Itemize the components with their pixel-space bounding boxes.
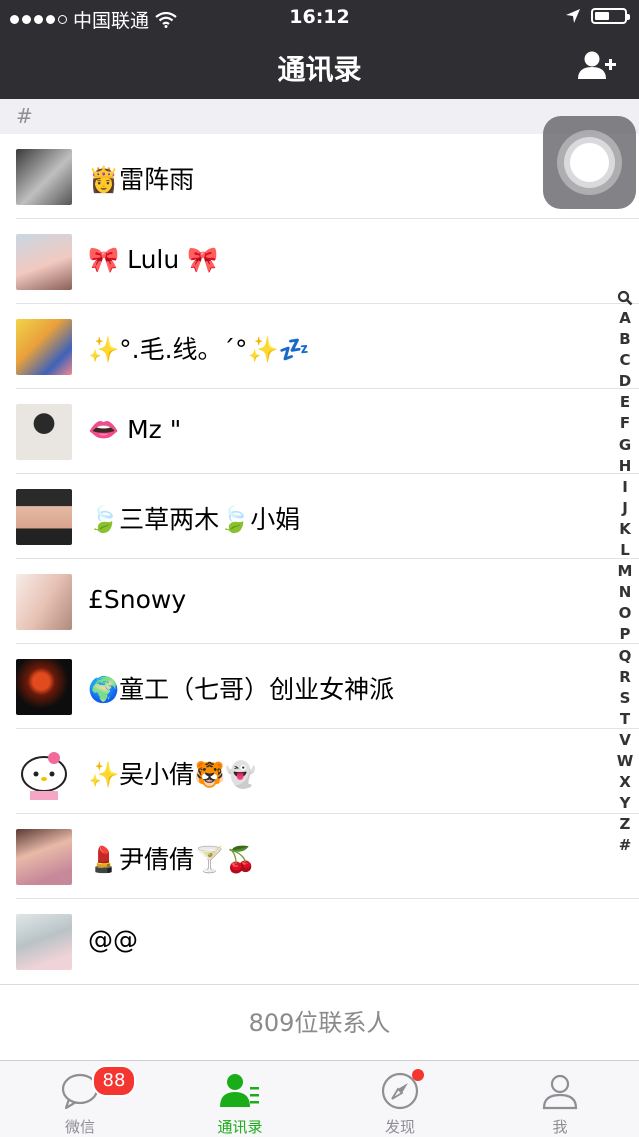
contact-name: ✨°.毛.线。´°✨💤 (88, 335, 310, 364)
index-letter[interactable]: D (619, 371, 631, 392)
battery-icon (591, 8, 630, 24)
avatar (16, 744, 72, 800)
tab-label: 我 (552, 1118, 568, 1136)
section-letter: # (16, 104, 33, 128)
contact-row[interactable]: 💄尹倩倩🍸🍒 (0, 814, 639, 899)
index-letter[interactable]: B (619, 329, 630, 350)
avatar (16, 149, 72, 205)
index-letter[interactable]: J (622, 498, 628, 519)
index-letter[interactable]: K (619, 519, 631, 540)
tab-me[interactable]: 我 (480, 1061, 639, 1137)
avatar (16, 319, 72, 375)
contact-row[interactable]: ✨吴小倩🐯👻 (0, 729, 639, 814)
alphabet-index[interactable]: A B C D E F G H I J K L M N O P Q R S T V W X Y Z # (615, 290, 635, 856)
index-letter[interactable]: R (619, 667, 631, 688)
contacts-icon (220, 1074, 259, 1107)
index-letter[interactable]: Y (620, 793, 631, 814)
contact-name: 👸雷阵雨 (88, 165, 195, 194)
tab-label: 微信 (64, 1118, 95, 1136)
tab-label: 通讯录 (217, 1118, 263, 1136)
contact-name: £Snowy (88, 585, 187, 614)
avatar (16, 574, 72, 630)
index-letter[interactable]: Q (619, 646, 632, 667)
index-letter[interactable]: C (619, 350, 630, 371)
contact-count: 809位联系人 (0, 984, 639, 1061)
status-bar: 中国联通 16:12 (0, 0, 639, 34)
add-friend-button[interactable] (577, 50, 617, 80)
index-letter[interactable]: M (618, 561, 633, 582)
contact-row[interactable]: £Snowy (0, 559, 639, 644)
hello-kitty-avatar-icon (21, 752, 67, 800)
contact-row[interactable]: 🍃三草两木🍃小娟 (0, 474, 639, 559)
tab-contacts[interactable]: 通讯录 (160, 1061, 320, 1137)
avatar (16, 489, 72, 545)
index-letter[interactable]: Z (620, 814, 631, 835)
index-letter[interactable]: P (620, 624, 631, 645)
navigation-bar: 中国联通 16:12 通讯录 (0, 0, 639, 99)
avatar (16, 659, 72, 715)
contact-name: 🍃三草两木🍃小娟 (88, 505, 301, 534)
index-letter[interactable]: W (617, 751, 634, 772)
status-time: 16:12 (289, 6, 350, 28)
contact-name: 👄 Mz " (88, 415, 182, 444)
avatar (16, 914, 72, 970)
avatar (16, 234, 72, 290)
tab-bar: 88 微信 通讯录 发现 我 (0, 1060, 639, 1137)
contact-row[interactable]: 🌍童工（七哥）创业女神派 (0, 644, 639, 729)
index-letter[interactable]: V (619, 730, 631, 751)
avatar (16, 404, 72, 460)
contact-name: @@ (88, 925, 138, 954)
tab-chats[interactable]: 88 微信 (0, 1061, 160, 1137)
page-title: 通讯录 (277, 53, 362, 86)
contact-list[interactable]: 👸雷阵雨 🎀 Lulu 🎀 ✨°.毛.线。´°✨💤 👄 Mz " 🍃三草两木🍃小… (0, 134, 639, 984)
contact-row[interactable]: ✨°.毛.线。´°✨💤 (0, 304, 639, 389)
contact-row[interactable]: 👄 Mz " (0, 389, 639, 474)
index-letter[interactable]: F (620, 413, 630, 434)
index-letter[interactable]: X (619, 772, 631, 793)
index-letter[interactable]: O (619, 603, 632, 624)
contact-name: ✨吴小倩🐯👻 (88, 760, 257, 789)
contact-name: 💄尹倩倩🍸🍒 (88, 845, 257, 874)
index-letter[interactable]: H (619, 456, 632, 477)
assistive-touch-button[interactable] (543, 116, 636, 209)
notification-dot (412, 1069, 424, 1081)
tab-discover[interactable]: 发现 (320, 1061, 480, 1137)
contact-name: 🎀 Lulu 🎀 (88, 245, 219, 274)
index-letter[interactable]: A (619, 308, 631, 329)
search-icon[interactable] (617, 290, 633, 306)
index-letter[interactable]: N (619, 582, 632, 603)
index-letter[interactable]: L (620, 540, 630, 561)
index-letter[interactable]: G (619, 435, 631, 456)
index-letter[interactable]: S (620, 688, 631, 709)
location-arrow-icon (566, 9, 580, 23)
unread-badge: 88 (92, 1065, 136, 1097)
tab-label: 发现 (384, 1118, 415, 1136)
contact-row[interactable]: @@ (0, 899, 639, 984)
index-letter[interactable]: T (620, 709, 630, 730)
person-icon (542, 1074, 578, 1110)
contact-name: 🌍童工（七哥）创业女神派 (88, 675, 395, 704)
index-letter[interactable]: E (620, 392, 630, 413)
index-letter[interactable]: # (619, 835, 632, 856)
contact-row[interactable]: 🎀 Lulu 🎀 (0, 219, 639, 304)
avatar (16, 829, 72, 885)
index-letter[interactable]: I (622, 477, 628, 498)
